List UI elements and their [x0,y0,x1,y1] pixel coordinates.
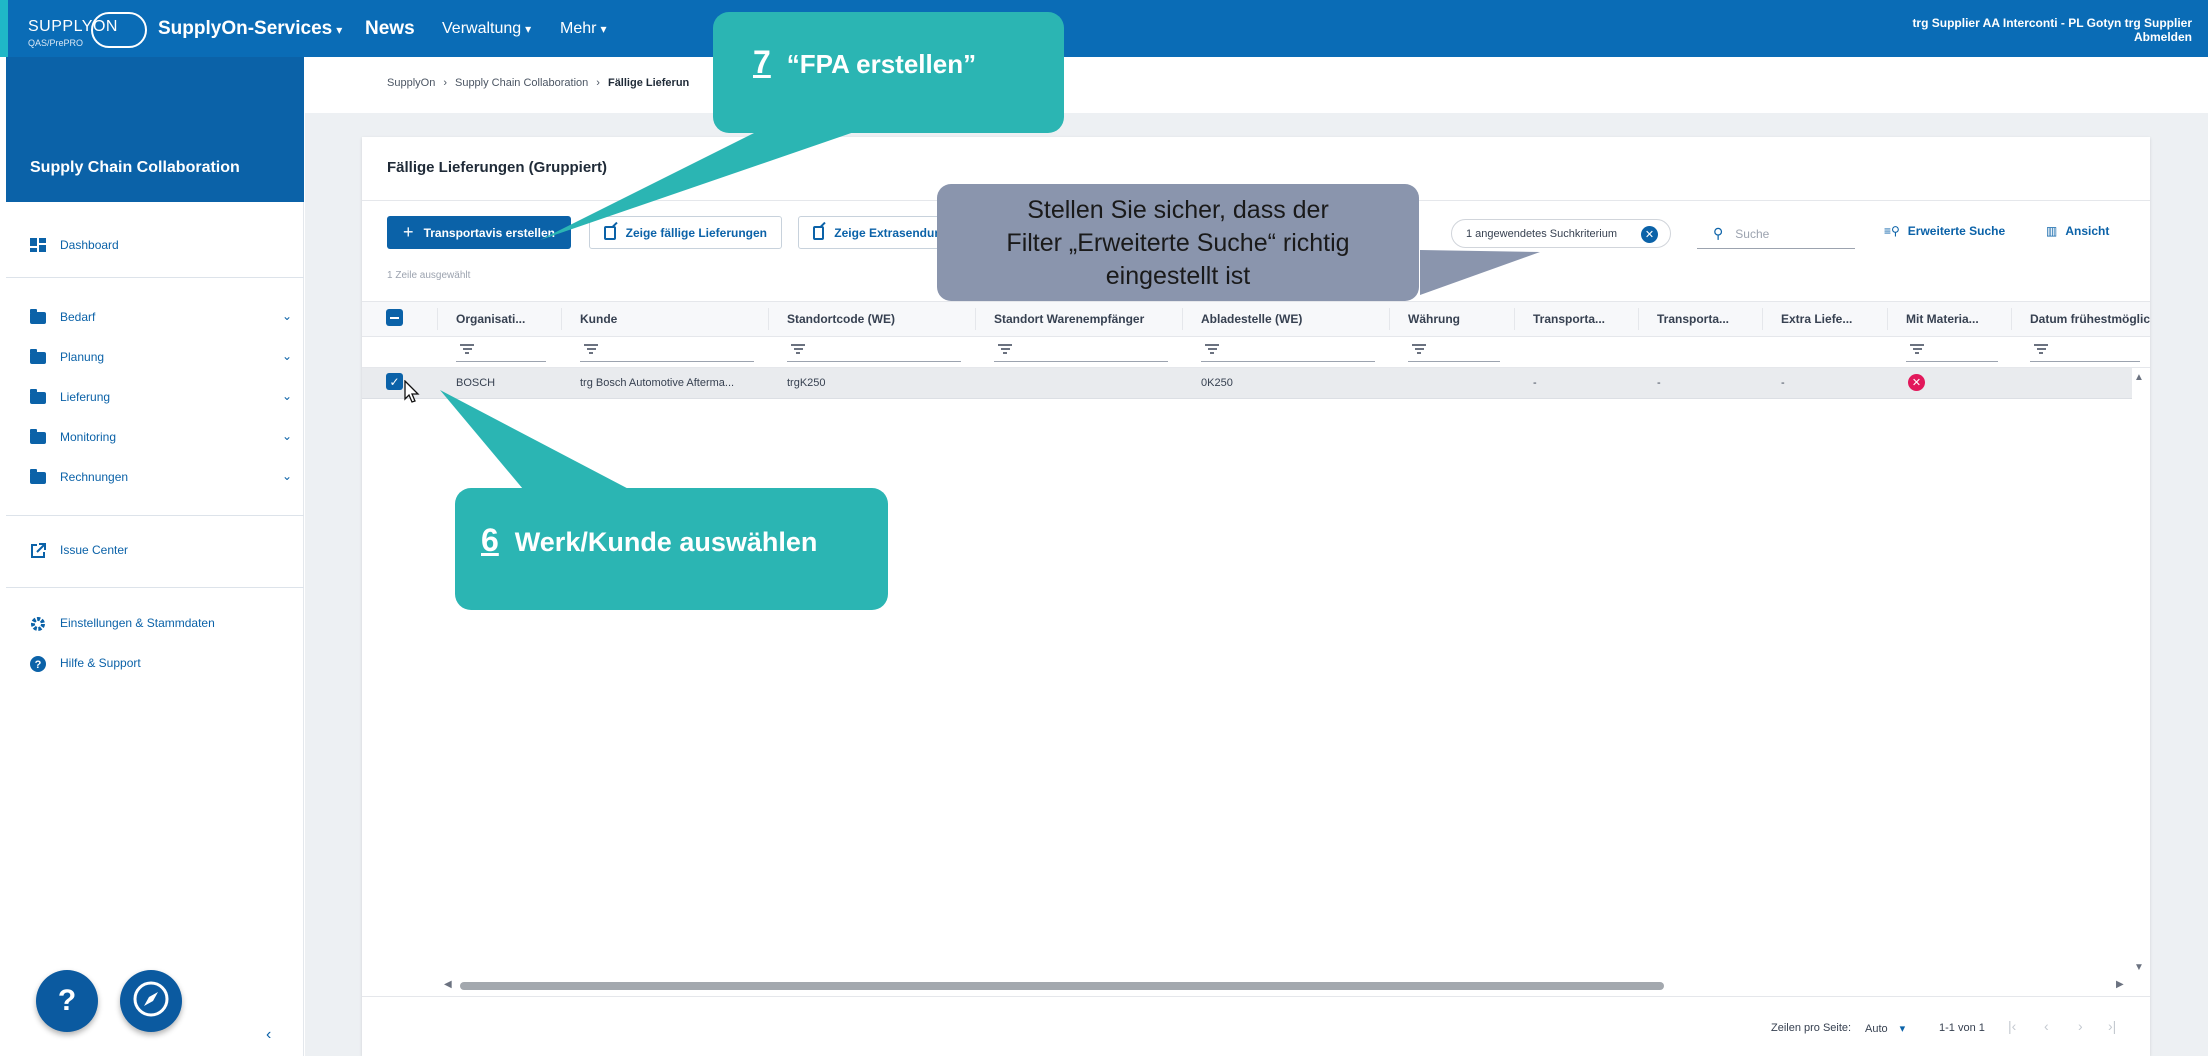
callout-step-6: 6 Werk/Kunde auswählen [455,488,888,610]
callout-step-7: 7 “FPA erstellen” [713,12,1064,133]
step-number: 6 [481,522,499,558]
step-text: Werk/Kunde auswählen [514,527,818,557]
note-line: Stellen Sie sicher, dass der [1027,196,1329,224]
callout-pointer-note [1420,250,1540,295]
callout-pointers [440,130,1540,495]
note-line: eingestellt ist [1105,262,1251,290]
callout-filter-note: Stellen Sie sicher, dass der Filter „Erw… [937,184,1419,301]
step-text: “FPA erstellen” [786,49,977,79]
note-line: Filter „Erweiterte Suche“ richtig [1006,229,1350,257]
callout-pointer-step7 [540,130,860,240]
callout-pointer-step6 [440,390,640,495]
step-number: 7 [753,44,771,80]
